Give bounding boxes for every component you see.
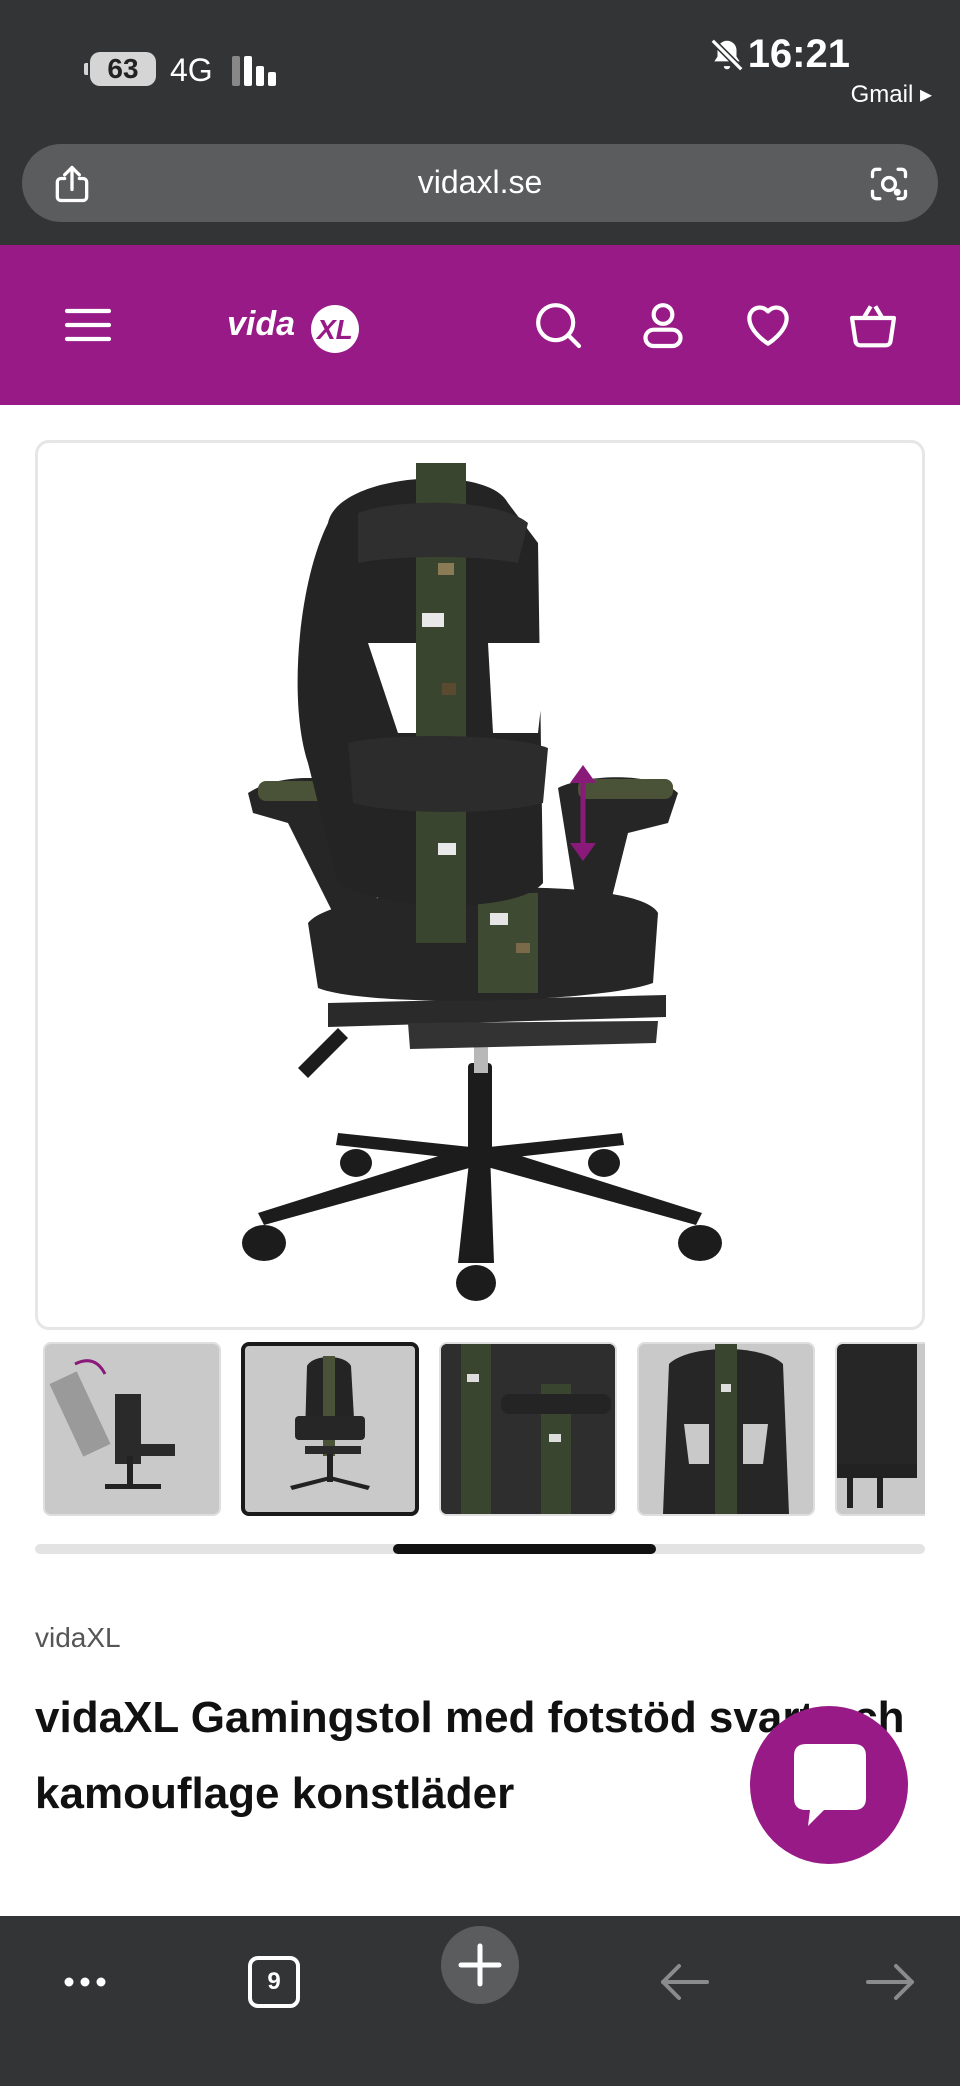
site-header: vida XL [0,245,960,405]
svg-text:XL: XL [315,314,353,345]
browser-bottom-bar: 9 [0,1916,960,2086]
gaming-chair-image [242,463,722,1301]
back-arrow-icon[interactable] [655,1952,715,2012]
svg-text:vida: vida [227,305,295,343]
notification-app[interactable]: Gmail ▸ [851,80,932,110]
thumbnail-3[interactable] [439,1342,617,1516]
address-bar[interactable]: vidaxl.se [22,144,938,222]
new-tab-plus-icon [458,1943,502,1987]
chat-bubble-icon [794,1744,866,1826]
clock: 16:21 [747,32,850,76]
gallery-scroll-thumb[interactable] [393,1544,656,1554]
search-icon[interactable] [530,297,586,353]
new-tab-button[interactable] [441,1926,519,2004]
account-icon[interactable] [635,297,691,353]
battery-indicator: 63 [84,52,156,86]
signal-icon [232,54,280,86]
forward-arrow-icon[interactable] [860,1952,920,2012]
thumbnail-2-active[interactable] [241,1342,419,1516]
lens-camera-icon[interactable] [866,162,912,206]
more-dots-icon[interactable] [55,1952,115,2012]
gallery-scrollbar[interactable] [35,1544,925,1554]
status-bar: 63 4G 16:21 Gmail ▸ [0,0,960,140]
wishlist-heart-icon[interactable] [740,297,796,353]
browser-toolbar: vidaxl.se [0,140,960,245]
thumbnail-strip[interactable] [35,1338,925,1520]
product-image-main[interactable] [35,440,925,1330]
vidaxl-logo[interactable]: vida XL [225,293,375,359]
menu-icon[interactable] [60,297,116,353]
product-brand[interactable]: vidaXL [35,1620,121,1656]
network-type: 4G [170,52,213,88]
url-text[interactable]: vidaxl.se [22,162,938,202]
thumbnail-4[interactable] [637,1342,815,1516]
chat-button[interactable] [750,1706,908,1864]
thumbnail-5[interactable] [835,1342,925,1516]
cart-basket-icon[interactable] [845,297,901,353]
thumbnail-1[interactable] [43,1342,221,1516]
tabs-icon[interactable]: 9 [248,1956,300,2008]
bell-muted-icon [710,38,744,72]
